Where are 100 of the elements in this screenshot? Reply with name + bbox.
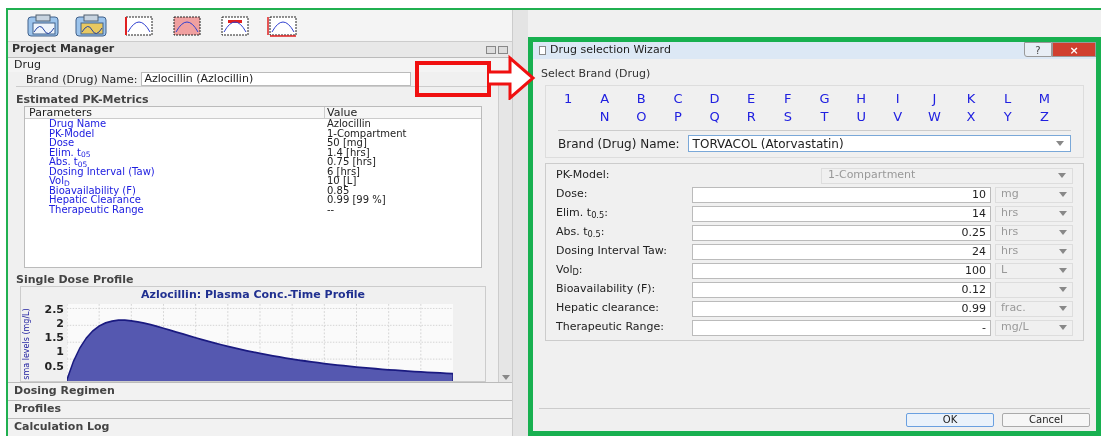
letter-link[interactable]: Q — [704, 107, 725, 126]
close-button[interactable]: × — [1052, 41, 1096, 57]
help-button[interactable]: ? — [1024, 41, 1052, 57]
brand-dropdown[interactable]: TORVACOL (Atorvastatin) — [687, 135, 1071, 152]
value-cell-text: -- — [326, 204, 335, 214]
chart-file-icon[interactable] — [26, 13, 60, 38]
input-field[interactable]: - — [692, 319, 991, 336]
letter-link[interactable]: W — [924, 107, 945, 126]
letter-link[interactable]: J — [924, 89, 945, 108]
caret-icon — [1059, 287, 1067, 292]
value-cell-text: 1.4 [hrs] — [326, 147, 370, 157]
tick-label: 1 — [56, 346, 64, 358]
section-title: Single Dose Profile — [16, 272, 135, 286]
letter-link[interactable]: Z — [1034, 107, 1055, 126]
letter-link[interactable]: S — [777, 107, 798, 126]
parameter-cell-text: Therapeutic Range — [48, 204, 145, 214]
image-file-icon[interactable] — [74, 13, 108, 38]
letter-link[interactable]: N — [594, 107, 615, 126]
caret-icon — [1059, 268, 1067, 273]
chart-title: Azlocillin: Plasma Conc.-Time Profile — [141, 287, 366, 303]
letter-link[interactable]: 1 — [558, 89, 579, 108]
field-label: PK-Model: — [556, 167, 611, 184]
value-cell-text: 50 [mg] — [326, 138, 367, 148]
axis-label: sma levels (mg/L) — [21, 307, 32, 380]
parameter-cell-text: Hepatic Clearance — [48, 195, 142, 205]
column-header: Value — [326, 107, 358, 118]
caret-icon — [1059, 306, 1067, 311]
window-icon — [539, 46, 547, 55]
parameter-cell-text: PK-Model — [48, 128, 96, 138]
ok-button[interactable]: OK — [906, 413, 994, 427]
brand-label: Brand (Drug) Name: — [26, 72, 138, 86]
caret-icon — [1059, 249, 1067, 254]
caret-icon — [1059, 192, 1067, 197]
input-field[interactable]: 24 — [692, 243, 991, 260]
field-label: Therapeutic Range: — [556, 319, 665, 336]
input-field[interactable]: 0.12 — [692, 281, 991, 298]
parameter-cell-text: Drug Name — [48, 119, 108, 129]
field-label: Bioavailability (F): — [556, 281, 657, 298]
input-field[interactable]: 0.99 — [692, 300, 991, 317]
curve-measure-icon[interactable] — [266, 13, 300, 38]
letter-link[interactable]: P — [667, 107, 688, 126]
field-label: Abs. t$_{0.5}$: — [556, 224, 606, 241]
letter-link[interactable]: I — [887, 89, 908, 108]
letter-link[interactable]: C — [667, 89, 688, 108]
letter-link[interactable]: O — [631, 107, 652, 126]
input-field[interactable]: 14 — [692, 205, 991, 222]
letter-link[interactable]: B — [631, 89, 652, 108]
letter-link[interactable]: G — [814, 89, 835, 108]
letter-link[interactable]: F — [777, 89, 798, 108]
caret-icon — [501, 375, 510, 380]
value-cell-text: Azlocillin — [326, 119, 371, 129]
panel-title: Project Manager — [12, 41, 115, 58]
field-label: Dose: — [556, 186, 589, 203]
splitter-bar[interactable] — [512, 10, 529, 436]
letter-link[interactable]: Y — [997, 107, 1018, 126]
brand-field[interactable]: Azlocillin (Azlocillin) — [141, 72, 412, 86]
tick-label: 1.5 — [44, 332, 64, 343]
tick-label: 2.5 — [44, 303, 64, 315]
value-cell-text: 1-Compartment — [326, 128, 407, 138]
letter-link[interactable]: U — [851, 107, 872, 126]
letter-link[interactable]: K — [961, 89, 982, 108]
caret-icon — [1058, 173, 1066, 178]
field-label: Vol$_{D}$: — [556, 262, 584, 279]
caret-icon — [1056, 141, 1064, 146]
parameter-cell-text: Abs. t$_{05}$ — [48, 157, 88, 167]
field-label: Elim. t$_{0.5}$: — [556, 205, 609, 222]
caret-icon — [1059, 325, 1067, 330]
letter-link[interactable]: A — [594, 89, 615, 108]
input-field[interactable]: 10 — [692, 186, 991, 203]
caret-icon — [1059, 230, 1067, 235]
input-field[interactable]: 100 — [692, 262, 991, 279]
field-label: Hepatic clearance: — [556, 300, 661, 317]
column-header: Parameters — [25, 107, 325, 118]
parameter-cell-text: Vol$_{D}$ — [48, 176, 70, 186]
restore-icon[interactable] — [486, 45, 497, 54]
value-cell-text: 0.85 — [326, 185, 350, 195]
close-icon[interactable] — [498, 45, 509, 54]
tick-label: 2 — [56, 317, 64, 329]
letter-link[interactable]: D — [704, 89, 725, 108]
letter-link[interactable]: L — [997, 89, 1018, 108]
section-title: Estimated PK-Metrics — [16, 92, 150, 106]
letter-link[interactable]: V — [887, 107, 908, 126]
letter-link[interactable]: M — [1034, 89, 1055, 108]
input-field[interactable]: 0.25 — [692, 224, 991, 241]
letter-link[interactable]: T — [814, 107, 835, 126]
window-title: Drug selection Wizard — [550, 42, 671, 59]
value-cell-text: 10 [L] — [326, 176, 357, 186]
cancel-button[interactable]: Cancel — [1002, 413, 1090, 427]
letter-link[interactable]: R — [741, 107, 762, 126]
parameter-cell-text: Bioavailability (F) — [48, 185, 136, 195]
group-title: Select Brand (Drug) — [541, 66, 652, 82]
brand-label: Brand (Drug) Name: — [558, 135, 680, 153]
parameter-cell-text: Elim. t$_{05}$ — [48, 147, 92, 157]
value-cell-text: 6 [hrs] — [326, 166, 360, 176]
letter-link[interactable]: H — [851, 89, 872, 108]
letter-link[interactable]: X — [961, 107, 982, 126]
value-cell-text: 0.75 [hrs] — [326, 157, 376, 167]
curve-chip-icon[interactable] — [122, 13, 156, 38]
parameter-cell-text: Dosing Interval (Taw) — [48, 166, 156, 176]
letter-link[interactable]: E — [741, 89, 762, 108]
